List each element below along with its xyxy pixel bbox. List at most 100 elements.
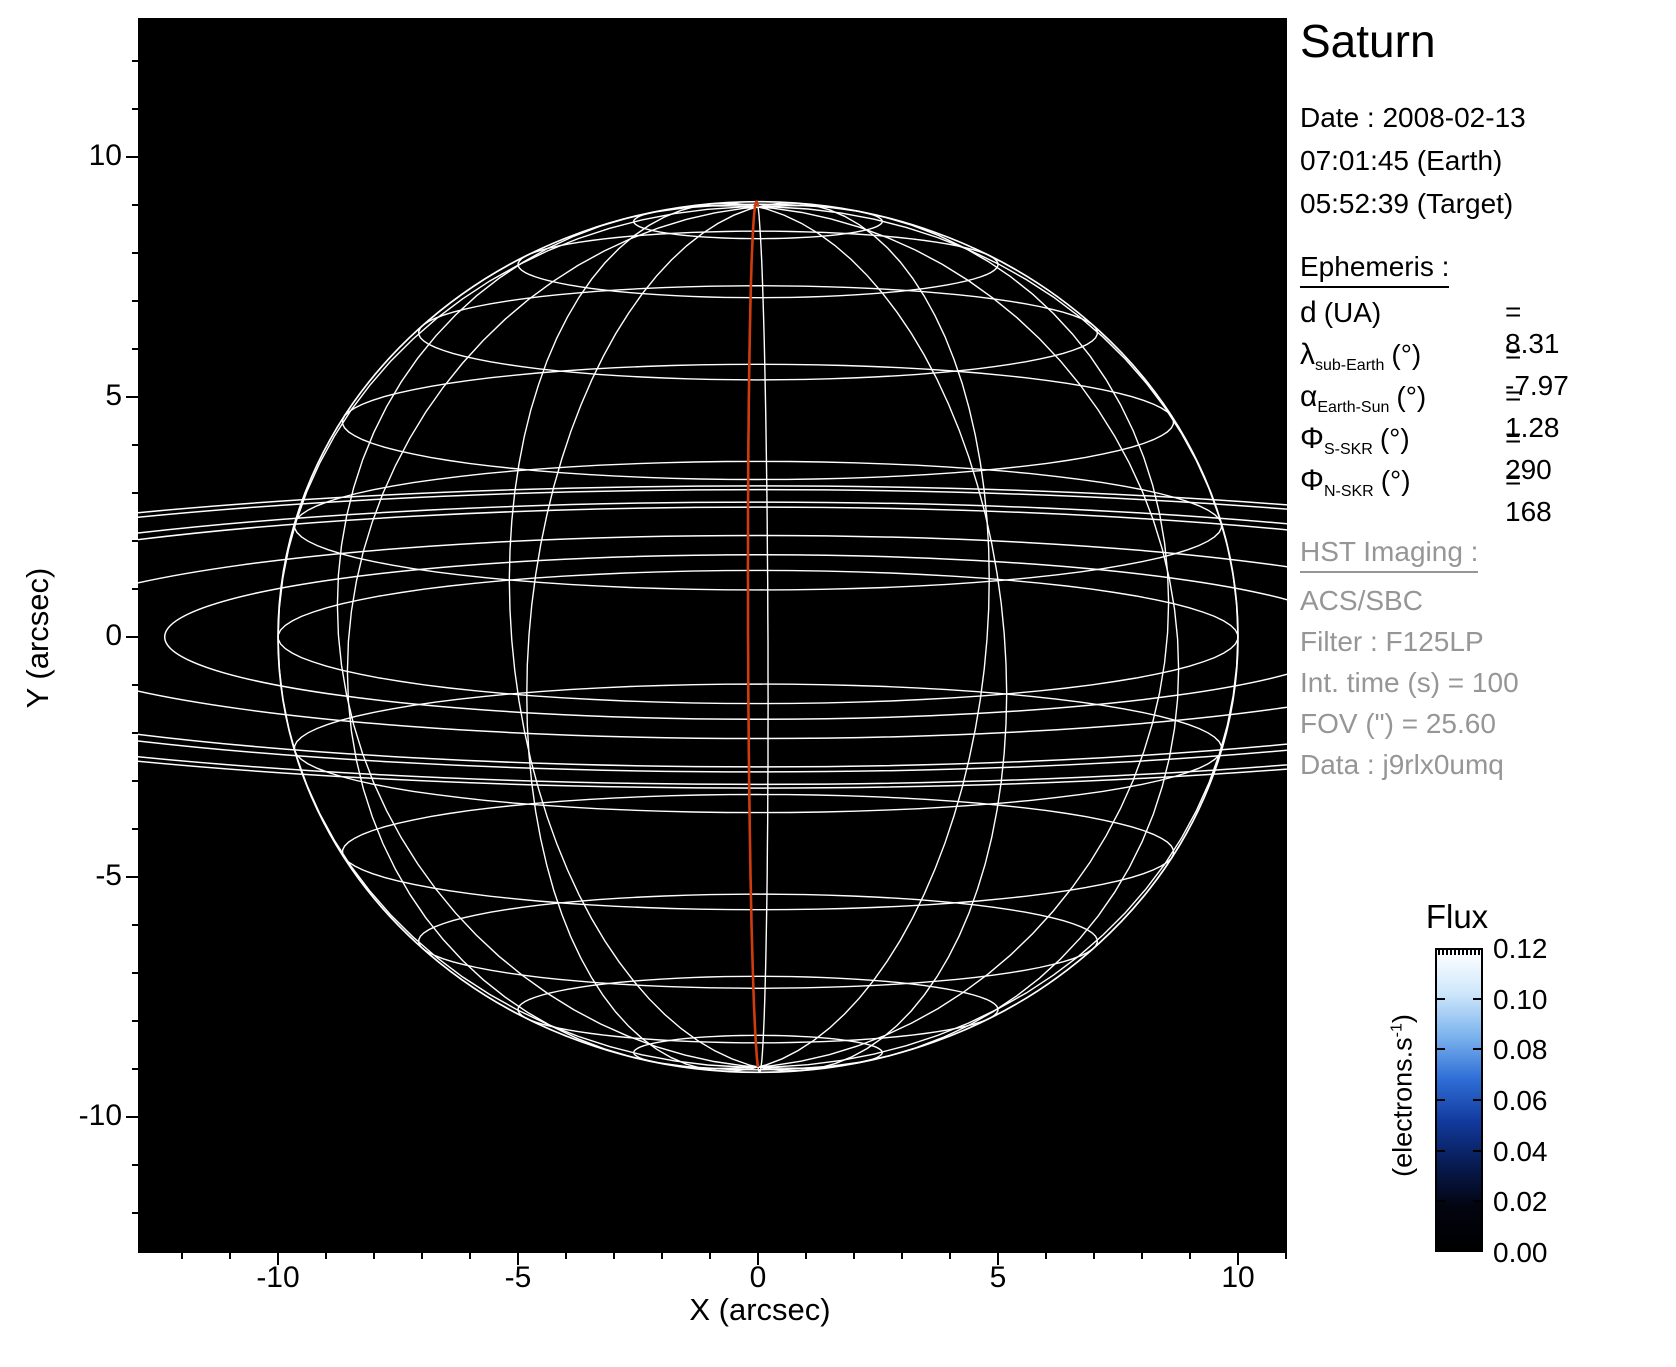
colorbar-minor-tick bbox=[1478, 950, 1480, 955]
y-tick-label: 10 bbox=[88, 139, 122, 172]
y-tick-label: 0 bbox=[105, 619, 122, 652]
ring-boundary bbox=[138, 506, 1287, 768]
y-axis-tick bbox=[132, 588, 138, 590]
symbol: α bbox=[1300, 380, 1318, 413]
ephemeris-row-distance: d (UA) = 8.31 bbox=[1300, 296, 1565, 359]
value: = 168 bbox=[1505, 464, 1552, 527]
x-axis-tick bbox=[1285, 1253, 1287, 1259]
observation-date-block: Date : 2008-02-13 07:01:45 (Earth) 05:52… bbox=[1300, 96, 1526, 225]
fov-line: FOV (") = 25.60 bbox=[1300, 708, 1496, 739]
x-axis-tick bbox=[421, 1253, 423, 1259]
y-tick-label: 5 bbox=[105, 379, 122, 412]
colorbar-minor-tick bbox=[1450, 950, 1452, 955]
target-time-line: 05:52:39 (Target) bbox=[1300, 188, 1514, 219]
colorbar-tick-mark bbox=[1473, 1099, 1481, 1101]
x-tick-label: -5 bbox=[504, 1261, 532, 1294]
latitude-circle bbox=[517, 975, 999, 1044]
y-axis-tick bbox=[132, 1164, 138, 1166]
unit: (°) bbox=[1391, 339, 1422, 370]
colorbar-tick-label: 0.02 bbox=[1493, 1186, 1548, 1218]
colorbar-tick-label: 0.10 bbox=[1493, 983, 1548, 1015]
colorbar-tick-label: 0.04 bbox=[1493, 1135, 1548, 1167]
x-axis-tick bbox=[373, 1253, 375, 1259]
colorbar-minor-tick bbox=[1474, 950, 1476, 955]
earth-time-line: 07:01:45 (Earth) bbox=[1300, 145, 1503, 176]
symbol-subscript: Earth-Sun bbox=[1317, 399, 1390, 416]
y-axis-tick bbox=[132, 828, 138, 830]
y-axis-tick bbox=[132, 444, 138, 446]
colorbar-tick-mark bbox=[1437, 1099, 1445, 1101]
colorbar-tick-mark bbox=[1473, 1048, 1481, 1051]
y-axis-tick bbox=[132, 492, 138, 494]
prime-meridian-red-line bbox=[746, 200, 760, 1068]
date-line: Date : 2008-02-13 bbox=[1300, 102, 1526, 133]
ephemeris-table: d (UA) = 8.31 λsub-Earth (°) = -7.97 αEart… bbox=[1300, 296, 1569, 527]
latitude-circle bbox=[341, 793, 1175, 911]
y-axis-tick bbox=[132, 204, 138, 206]
x-axis-tick bbox=[325, 1253, 327, 1259]
colorbar-title: Flux bbox=[1425, 898, 1489, 935]
latitude-circle bbox=[341, 363, 1175, 481]
planet-limb bbox=[277, 200, 1239, 1074]
colorbar-minor-tick bbox=[1458, 950, 1460, 955]
y-axis-tick bbox=[126, 1116, 138, 1118]
y-axis-tick bbox=[132, 252, 138, 254]
x-tick-label: 0 bbox=[749, 1261, 767, 1294]
x-axis-tick bbox=[469, 1253, 471, 1259]
colorbar-minor-tick bbox=[1470, 950, 1472, 955]
colorbar-tick-mark bbox=[1473, 1149, 1481, 1152]
meridian-circle bbox=[336, 205, 1180, 1069]
colorbar-tick-mark bbox=[1437, 1149, 1445, 1152]
x-axis-tick bbox=[805, 1253, 807, 1259]
x-axis-tick bbox=[1093, 1253, 1095, 1259]
meridian-circle bbox=[526, 202, 990, 1072]
x-tick-label: -10 bbox=[256, 1261, 300, 1294]
y-axis-tick bbox=[132, 924, 138, 926]
x-axis-tick bbox=[1141, 1253, 1143, 1259]
colorbar-unit-label: (electrons.s-1) bbox=[1388, 996, 1419, 1196]
integration-time-line: Int. time (s) = 100 bbox=[1300, 667, 1519, 698]
ephemeris-header: Ephemeris : bbox=[1300, 251, 1450, 288]
latitude-circle bbox=[517, 230, 999, 299]
unit: (UA) bbox=[1323, 297, 1382, 328]
x-axis-tick bbox=[709, 1253, 711, 1259]
x-axis-tick bbox=[949, 1253, 951, 1259]
colorbar-tick-label: 0.12 bbox=[1493, 933, 1548, 964]
x-axis-tick bbox=[901, 1253, 903, 1259]
ring-boundary bbox=[138, 488, 1287, 786]
figure-page: { "title": "Saturn", "observation": { "d… bbox=[0, 0, 1676, 1367]
filter-line: Filter : F125LP bbox=[1300, 626, 1484, 657]
colorbar-tick-mark bbox=[1473, 997, 1481, 1000]
colorbar-minor-tick bbox=[1466, 950, 1468, 955]
page-title: Saturn bbox=[1300, 15, 1436, 67]
colorbar-tick-mark bbox=[1437, 1200, 1445, 1203]
symbol-subscript: S-SKR bbox=[1323, 441, 1373, 458]
unit: (°) bbox=[1380, 465, 1411, 496]
colorbar-tick-label: 0.08 bbox=[1493, 1034, 1548, 1066]
y-tick-label: -5 bbox=[95, 859, 122, 892]
y-axis-tick bbox=[132, 300, 138, 302]
y-axis-tick bbox=[126, 636, 138, 638]
x-axis-tick bbox=[613, 1253, 615, 1259]
x-axis-tick bbox=[1189, 1253, 1191, 1259]
y-axis-tick bbox=[132, 108, 138, 110]
unit: (°) bbox=[1379, 423, 1410, 454]
ring-boundary bbox=[164, 554, 1287, 720]
y-axis-tick bbox=[126, 156, 138, 158]
hst-imaging-block: ACS/SBC Filter : F125LP Int. time (s) = … bbox=[1300, 580, 1519, 785]
unit-close: ) bbox=[1387, 1014, 1418, 1024]
ring-boundary bbox=[138, 534, 1287, 740]
symbol: d bbox=[1300, 296, 1317, 329]
ephemeris-row-n-skr: ΦN-SKR (°) = 168 bbox=[1300, 464, 1565, 527]
ephemeris-row-subearth-lat: λsub-Earth (°) = -7.97 bbox=[1300, 338, 1569, 401]
y-axis-tick bbox=[132, 972, 138, 974]
colorbar-tick-label: 0.06 bbox=[1493, 1085, 1548, 1116]
y-axis-tick bbox=[132, 348, 138, 350]
y-axis-tick bbox=[132, 60, 138, 62]
y-axis-tick bbox=[126, 876, 138, 878]
ring-boundary bbox=[138, 485, 1287, 789]
plot-area bbox=[138, 18, 1287, 1253]
y-tick-label: -10 bbox=[78, 1099, 122, 1132]
y-axis-tick bbox=[126, 396, 138, 398]
x-tick-label: 10 bbox=[1221, 1261, 1255, 1294]
